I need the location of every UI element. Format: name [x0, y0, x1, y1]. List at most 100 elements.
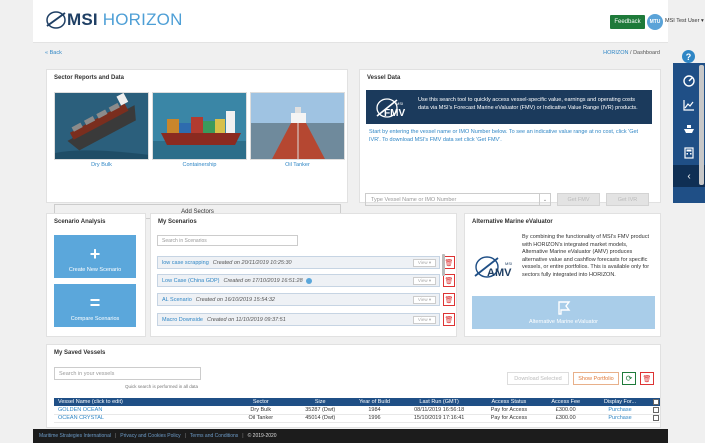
scenario-name[interactable]: low case scrapping	[162, 260, 209, 266]
column-header[interactable]: Size	[291, 398, 349, 406]
column-header[interactable]: Access Status	[477, 398, 540, 406]
get-fmv-button[interactable]: Get FMV	[557, 193, 600, 206]
create-scenario-label: Create New Scenario	[68, 267, 122, 273]
vessel-year: 1984	[348, 406, 401, 415]
download-selected-button[interactable]: Download Selected	[507, 372, 569, 385]
scenario-row[interactable]: low case scrapping Created on 20/11/2019…	[157, 256, 440, 269]
vessel-sector: Dry Bulk	[229, 406, 292, 415]
panel-title: Scenario Analysis	[54, 219, 106, 225]
help-icon[interactable]: ?	[682, 50, 695, 63]
vessel-access-fee: £300.00	[539, 406, 592, 415]
sector-oil-tanker-label[interactable]: Oil Tanker	[250, 162, 345, 168]
view-dropdown-button[interactable]: View ▾	[413, 296, 436, 304]
saved-vessels-panel: My Saved Vessels Search in your vessels …	[46, 344, 661, 428]
breadcrumb-separator: /	[630, 50, 632, 56]
feedback-button[interactable]: Feedback	[610, 15, 645, 29]
scenario-date: Created on 16/10/2019 15:54:32	[195, 296, 275, 303]
trash-icon[interactable]: 🗑	[640, 372, 654, 385]
compare-scenarios-button[interactable]: = Compare Scenarios	[54, 284, 136, 327]
scenario-name[interactable]: Macro Downside	[162, 317, 203, 323]
sector-reports-panel: Sector Reports and Data Dry Bulk Contain…	[46, 69, 348, 219]
view-dropdown-button[interactable]: View ▾	[413, 316, 436, 324]
vessel-data-instructions: Start by entering the vessel name or IMO…	[369, 129, 639, 143]
breadcrumb-bar: « Back HORIZON / Dashboard	[33, 47, 668, 59]
plus-icon: +	[89, 244, 101, 264]
footer-link-privacy[interactable]: Privacy and Cookies Policy	[120, 433, 180, 439]
scenario-name[interactable]: Low Case (China GDP)	[162, 278, 219, 284]
breadcrumb-horizon[interactable]: HORIZON	[603, 50, 628, 56]
scenario-date: Created on 17/10/2019 16:51:28	[223, 277, 303, 284]
table-header-row: Vessel Name (click to edit) Sector Size …	[54, 398, 660, 406]
column-header[interactable]: Last Run (GMT)	[400, 398, 478, 406]
search-hint: Quick search is performed in all data	[125, 384, 199, 389]
sector-containership-image[interactable]	[152, 92, 247, 160]
column-header[interactable]: Vessel Name (click to edit)	[54, 398, 230, 406]
vessel-access-status: Pay for Access	[477, 414, 540, 423]
info-icon[interactable]	[305, 277, 312, 284]
get-ivr-button[interactable]: Get IVR	[606, 193, 649, 206]
flag-icon	[557, 301, 570, 315]
row-checkbox[interactable]	[648, 406, 660, 415]
saved-vessels-table: Vessel Name (click to edit) Sector Size …	[54, 398, 660, 423]
panel-title: Alternative Marine eValuator	[472, 219, 553, 225]
scenario-name[interactable]: AL Scenario	[162, 297, 192, 303]
purchase-link[interactable]: Purchase	[591, 406, 649, 415]
column-header[interactable]: Access Fee	[539, 398, 592, 406]
panel-title: My Scenarios	[158, 219, 197, 225]
sector-dry-bulk-label[interactable]: Dry Bulk	[54, 162, 149, 168]
sector-dry-bulk-image[interactable]	[54, 92, 149, 160]
sector-oil-tanker-image[interactable]	[250, 92, 345, 160]
scenario-row[interactable]: Macro Downside Created on 11/10/2019 09:…	[157, 313, 440, 326]
amv-msi-text: MSI	[505, 261, 513, 266]
scenario-analysis-panel: Scenario Analysis + Create New Scenario …	[46, 213, 146, 337]
footer-link-terms[interactable]: Terms and Conditions	[190, 433, 238, 439]
chevron-down-icon[interactable]: ⌄	[540, 193, 551, 206]
vessel-name-link[interactable]: OCEAN CRYSTAL	[54, 414, 230, 423]
scenario-row[interactable]: AL Scenario Created on 16/10/2019 15:54:…	[157, 293, 440, 306]
trash-icon[interactable]: 🗑	[443, 293, 455, 306]
purchase-link[interactable]: Purchase	[591, 414, 649, 423]
back-link[interactable]: « Back	[45, 50, 62, 56]
vessel-name-link[interactable]: GOLDEN OCEAN	[54, 406, 230, 415]
footer-separator: |	[184, 433, 186, 439]
msi-globe-icon	[46, 11, 66, 29]
footer-separator: |	[242, 433, 244, 439]
column-header[interactable]: Year of Build	[348, 398, 401, 406]
trash-icon[interactable]: 🗑	[443, 274, 455, 287]
refresh-icon[interactable]: ⟳	[622, 372, 636, 385]
row-checkbox[interactable]	[648, 414, 660, 423]
table-row[interactable]: GOLDEN OCEAN Dry Bulk 35287 (Dwt) 1984 0…	[54, 406, 660, 415]
table-row[interactable]: OCEAN CRYSTAL Oil Tanker 45014 (Dwt) 199…	[54, 414, 660, 423]
trash-icon[interactable]: 🗑	[443, 313, 455, 326]
scenario-search-input[interactable]: Search in Scenarios	[157, 235, 298, 246]
select-all-checkbox[interactable]	[648, 398, 660, 406]
show-portfolio-button[interactable]: Show Portfolio	[573, 372, 619, 385]
equals-icon: =	[89, 293, 101, 313]
column-header[interactable]: Display For...	[591, 398, 649, 406]
view-dropdown-button[interactable]: View ▾	[413, 259, 436, 267]
panel-title: My Saved Vessels	[54, 350, 106, 356]
vessel-search-input[interactable]: Type Vessel Name or IMO Number	[365, 193, 540, 206]
avatar[interactable]: MTU	[647, 14, 663, 30]
vessel-last-run: 08/11/2019 16:56:18	[400, 406, 478, 415]
scenario-row[interactable]: Low Case (China GDP) Created on 17/10/20…	[157, 274, 440, 287]
amv-description: By combining the functionality of MSI's …	[522, 234, 650, 278]
user-menu[interactable]: MSI Test User ▾	[665, 18, 704, 24]
column-header[interactable]: Sector	[229, 398, 292, 406]
panel-title: Vessel Data	[367, 75, 401, 81]
footer-link-msi[interactable]: Maritime Strategies International	[39, 433, 111, 439]
scenario-date: Created on 11/10/2019 09:37:51	[206, 316, 286, 323]
view-dropdown-button[interactable]: View ▾	[413, 277, 436, 285]
vessel-list-search-input[interactable]: Search in your vessels	[54, 367, 201, 380]
sector-containership-label[interactable]: Containership	[152, 162, 247, 168]
page-scrollbar[interactable]	[699, 65, 704, 185]
amv-launch-label: Alternative Marine eValuator	[529, 319, 598, 325]
amv-launch-button[interactable]: Alternative Marine eValuator	[472, 296, 655, 329]
vessel-size: 45014 (Dwt)	[291, 414, 349, 423]
create-scenario-button[interactable]: + Create New Scenario	[54, 235, 136, 278]
vessel-data-panel: Vessel Data MSI FMV Use this search tool…	[359, 69, 661, 206]
scenario-date: Created on 20/11/2019 10:25:30	[212, 259, 292, 266]
fmv-description: Use this search tool to quickly access v…	[418, 97, 638, 111]
msi-horizon-logo[interactable]: MSI HORIZON	[45, 10, 183, 30]
scenario-list-scrollbar[interactable]	[442, 254, 445, 276]
